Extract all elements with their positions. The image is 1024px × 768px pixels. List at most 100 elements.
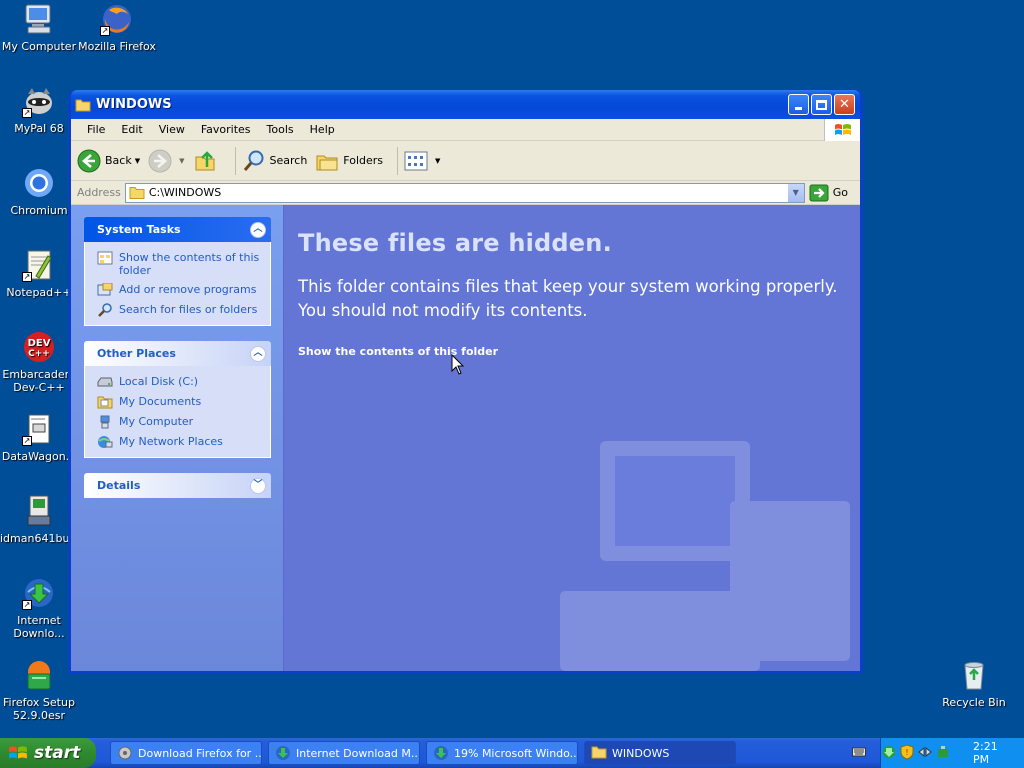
taskbar-button-idm[interactable]: Internet Download M... bbox=[268, 741, 420, 765]
folder-contents-icon bbox=[97, 251, 113, 265]
shortcut-arrow-icon: ↗ bbox=[22, 600, 32, 610]
desktop-icon-chromium[interactable]: Chromium bbox=[0, 166, 78, 217]
place-my-documents[interactable]: My Documents bbox=[97, 395, 262, 409]
firefox-setup-icon bbox=[22, 658, 56, 692]
place-label: My Network Places bbox=[119, 435, 223, 448]
desktop-icon-mypal[interactable]: ↗ MyPal 68 bbox=[0, 84, 78, 135]
details-panel: Details ﹀ bbox=[84, 473, 271, 498]
internet-download-manager-icon: ↗ bbox=[22, 576, 56, 610]
menu-help[interactable]: Help bbox=[302, 123, 343, 136]
network-tray-icon[interactable] bbox=[881, 744, 897, 763]
place-my-computer[interactable]: My Computer bbox=[97, 415, 262, 429]
expand-icon[interactable]: ﹀ bbox=[250, 477, 266, 494]
folders-button[interactable]: Folders bbox=[315, 149, 383, 173]
svg-text:!: ! bbox=[905, 748, 908, 757]
security-shield-icon[interactable]: ! bbox=[899, 743, 915, 763]
address-bar: Address C:\WINDOWS ▼ Go bbox=[71, 181, 860, 205]
collapse-icon[interactable]: ︿ bbox=[250, 221, 266, 238]
search-button[interactable]: Search bbox=[242, 149, 308, 173]
mouse-cursor-icon bbox=[451, 354, 465, 375]
internet-download-manager-icon bbox=[275, 745, 291, 761]
connection-tray-icon[interactable] bbox=[917, 744, 933, 763]
desktop-icon-idm[interactable]: ↗ Internet Downlo... bbox=[0, 576, 78, 640]
task-add-remove-programs[interactable]: Add or remove programs bbox=[97, 282, 262, 297]
up-folder-button[interactable] bbox=[193, 149, 221, 173]
minimize-button[interactable] bbox=[788, 94, 809, 115]
desktop-icon-my-computer[interactable]: My Computer bbox=[0, 2, 78, 53]
idm-installer-icon bbox=[22, 494, 56, 528]
my-computer-icon bbox=[97, 415, 113, 429]
desktop-icon-firefox-setup[interactable]: Firefox Setup 52.9.0esr bbox=[0, 658, 78, 722]
back-button[interactable]: Back ▼ bbox=[77, 149, 140, 173]
my-documents-icon bbox=[97, 395, 113, 409]
folder-icon bbox=[591, 745, 607, 761]
toolbar-separator bbox=[234, 146, 236, 175]
other-places-header[interactable]: Other Places ︿ bbox=[84, 341, 271, 366]
safely-remove-icon[interactable] bbox=[935, 744, 951, 763]
other-places-panel: Other Places ︿ Local Disk (C:) My Docume… bbox=[84, 341, 271, 458]
taskbar-button-windows-download[interactable]: 19% Microsoft Windo... bbox=[426, 741, 578, 765]
search-icon bbox=[97, 303, 113, 317]
firefox-icon: ↗ bbox=[100, 2, 134, 36]
taskbar-button-label: Internet Download M... bbox=[296, 746, 420, 760]
notice-heading: These files are hidden. bbox=[298, 229, 612, 257]
menu-edit[interactable]: Edit bbox=[113, 123, 150, 136]
place-my-network-places[interactable]: My Network Places bbox=[97, 435, 262, 449]
desktop-icon-label: Embarcadero Dev-C++ bbox=[2, 368, 76, 394]
show-contents-link[interactable]: Show the contents of this folder bbox=[298, 345, 846, 358]
title-bar[interactable]: WINDOWS ✕ bbox=[71, 90, 860, 119]
window-title: WINDOWS bbox=[96, 97, 172, 112]
address-input[interactable]: C:\WINDOWS ▼ bbox=[124, 182, 805, 203]
hard-disk-icon bbox=[97, 375, 113, 389]
close-button[interactable]: ✕ bbox=[834, 94, 855, 115]
menu-view[interactable]: View bbox=[151, 123, 193, 136]
views-button[interactable]: ▼ bbox=[404, 151, 440, 171]
system-tasks-panel: System Tasks ︿ Show the contents of this… bbox=[84, 217, 271, 326]
details-header[interactable]: Details ﹀ bbox=[84, 473, 271, 498]
desktop-icon-recycle-bin[interactable]: Recycle Bin bbox=[935, 658, 1013, 709]
place-local-disk[interactable]: Local Disk (C:) bbox=[97, 375, 262, 389]
taskbar-button-label: Download Firefox for ... bbox=[138, 746, 262, 760]
desktop-icon-devcpp[interactable]: DEV C++ Embarcadero Dev-C++ bbox=[0, 330, 78, 394]
address-value: C:\WINDOWS bbox=[148, 186, 222, 199]
desktop-icon-label: Chromium bbox=[10, 204, 68, 217]
toolbar: Back ▼ ▼ Search Folders ▼ bbox=[71, 141, 860, 181]
windows-flag-icon bbox=[824, 119, 860, 141]
shortcut-arrow-icon: ↗ bbox=[22, 108, 32, 118]
devcpp-icon: DEV C++ bbox=[22, 330, 56, 364]
taskbar-button-firefox-download[interactable]: Download Firefox for ... bbox=[110, 741, 262, 765]
chevron-down-icon: ▼ bbox=[435, 156, 441, 165]
desktop-icon-datawagon[interactable]: ↗ DataWagon... bbox=[0, 412, 78, 463]
chromium-icon bbox=[22, 166, 56, 200]
system-tasks-header[interactable]: System Tasks ︿ bbox=[84, 217, 271, 242]
menu-tools[interactable]: Tools bbox=[259, 123, 302, 136]
task-search-files[interactable]: Search for files or folders bbox=[97, 303, 262, 317]
chevron-down-icon[interactable]: ▼ bbox=[135, 157, 140, 165]
task-show-contents[interactable]: Show the contents of this folder bbox=[97, 251, 262, 277]
desktop-icon-idm-installer[interactable]: idman641build bbox=[0, 494, 83, 545]
search-label: Search bbox=[269, 154, 308, 167]
desktop-icon-notepad-plus-plus[interactable]: ↗ Notepad++ bbox=[0, 248, 78, 299]
desktop-icon-firefox[interactable]: ↗ Mozilla Firefox bbox=[78, 2, 156, 53]
my-computer-icon bbox=[22, 2, 56, 36]
collapse-icon[interactable]: ︿ bbox=[250, 345, 266, 362]
address-dropdown-button[interactable]: ▼ bbox=[786, 183, 804, 202]
datawagon-icon: ↗ bbox=[22, 412, 56, 446]
desktop-icon-label: Recycle Bin bbox=[942, 696, 1006, 709]
menu-file[interactable]: File bbox=[79, 123, 113, 136]
up-folder-icon bbox=[195, 150, 214, 170]
maximize-button[interactable] bbox=[811, 94, 832, 115]
keyboard-icon[interactable] bbox=[852, 746, 866, 761]
go-label: Go bbox=[832, 186, 848, 199]
taskbar-button-windows-folder[interactable]: WINDOWS bbox=[584, 741, 736, 765]
forward-button[interactable]: ▼ bbox=[148, 149, 185, 173]
menu-favorites[interactable]: Favorites bbox=[193, 123, 259, 136]
desktop-icon-label: idman641build bbox=[0, 532, 83, 545]
task-label: Add or remove programs bbox=[119, 283, 257, 296]
go-button[interactable]: Go bbox=[809, 184, 848, 202]
views-icon bbox=[404, 151, 428, 170]
desktop-icon-label: Firefox Setup 52.9.0esr bbox=[3, 696, 75, 722]
start-button[interactable]: start bbox=[0, 738, 96, 768]
chevron-down-icon: ▼ bbox=[792, 188, 799, 197]
mypal-icon: ↗ bbox=[22, 84, 56, 118]
